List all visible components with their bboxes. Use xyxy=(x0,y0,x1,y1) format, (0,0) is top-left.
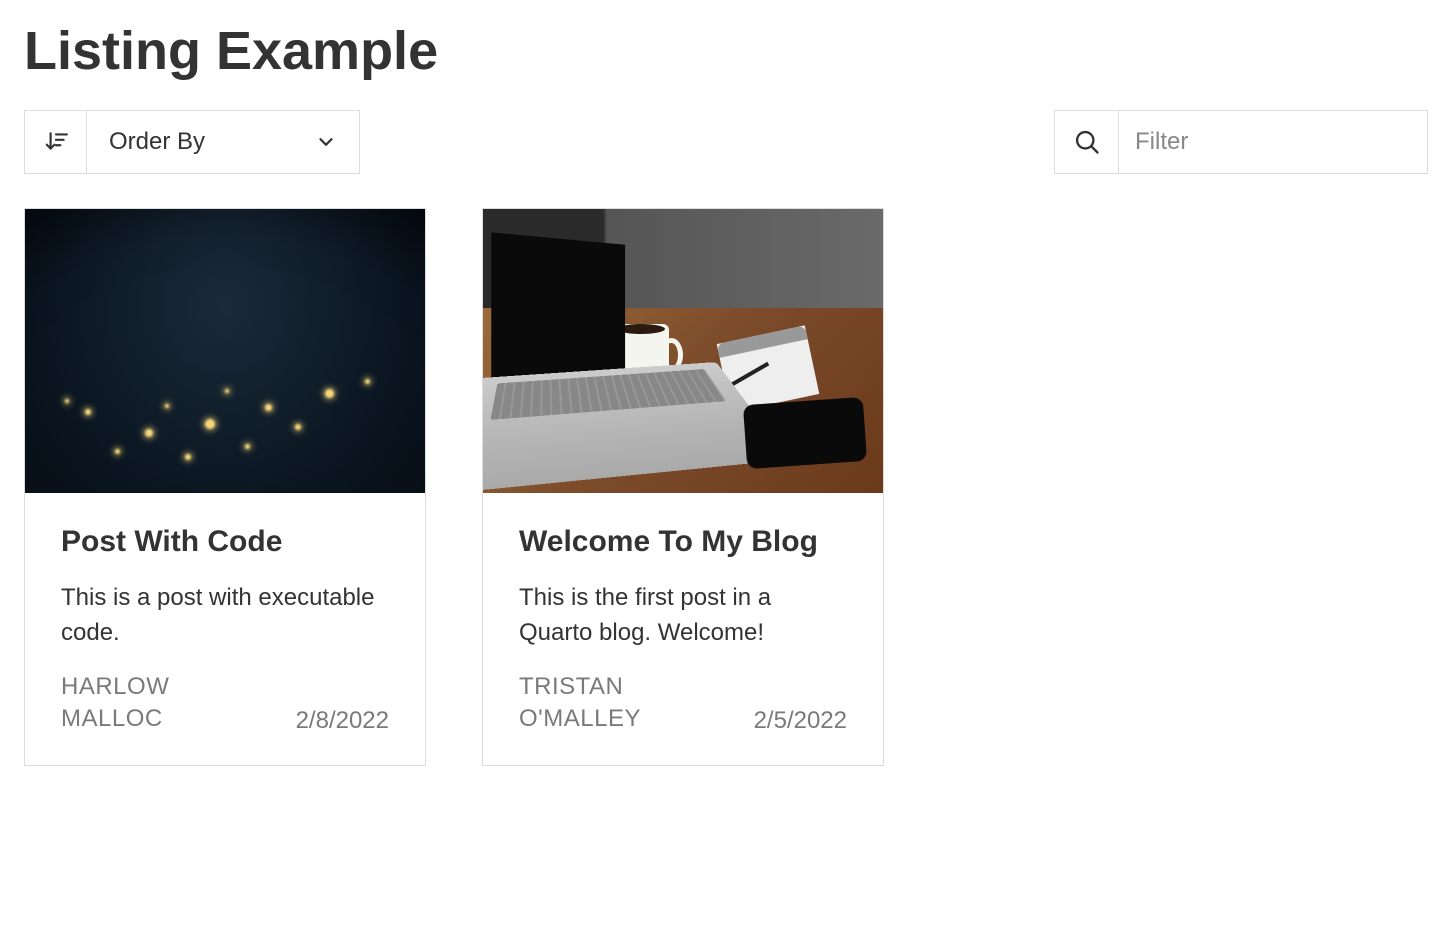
order-by-label: Order By xyxy=(109,128,205,156)
filter-input[interactable] xyxy=(1118,110,1428,174)
card-title: Post With Code xyxy=(61,525,389,559)
listing-grid: Post With Code This is a post with execu… xyxy=(24,208,1428,766)
listing-card[interactable]: Welcome To My Blog This is the first pos… xyxy=(482,208,884,766)
card-date: 2/5/2022 xyxy=(754,707,847,735)
card-thumbnail xyxy=(483,209,883,493)
sort-direction-button[interactable] xyxy=(24,110,86,174)
listing-controls: Order By xyxy=(24,110,1428,174)
card-date: 2/8/2022 xyxy=(296,707,389,735)
card-author: TRISTAN O'MALLEY xyxy=(519,671,734,736)
card-author: HARLOW MALLOC xyxy=(61,671,276,736)
order-by-dropdown[interactable]: Order By xyxy=(86,110,360,174)
card-description: This is a post with executable code. xyxy=(61,581,389,651)
filter-controls xyxy=(1054,110,1428,174)
sort-direction-icon xyxy=(43,129,69,155)
card-title: Welcome To My Blog xyxy=(519,525,847,559)
search-icon-box xyxy=(1054,110,1118,174)
chevron-down-icon xyxy=(315,131,337,153)
page-title: Listing Example xyxy=(24,20,1428,82)
sort-controls: Order By xyxy=(24,110,360,174)
card-description: This is the first post in a Quarto blog.… xyxy=(519,581,847,651)
search-icon xyxy=(1073,128,1101,156)
listing-card[interactable]: Post With Code This is a post with execu… xyxy=(24,208,426,766)
card-thumbnail xyxy=(25,209,425,493)
